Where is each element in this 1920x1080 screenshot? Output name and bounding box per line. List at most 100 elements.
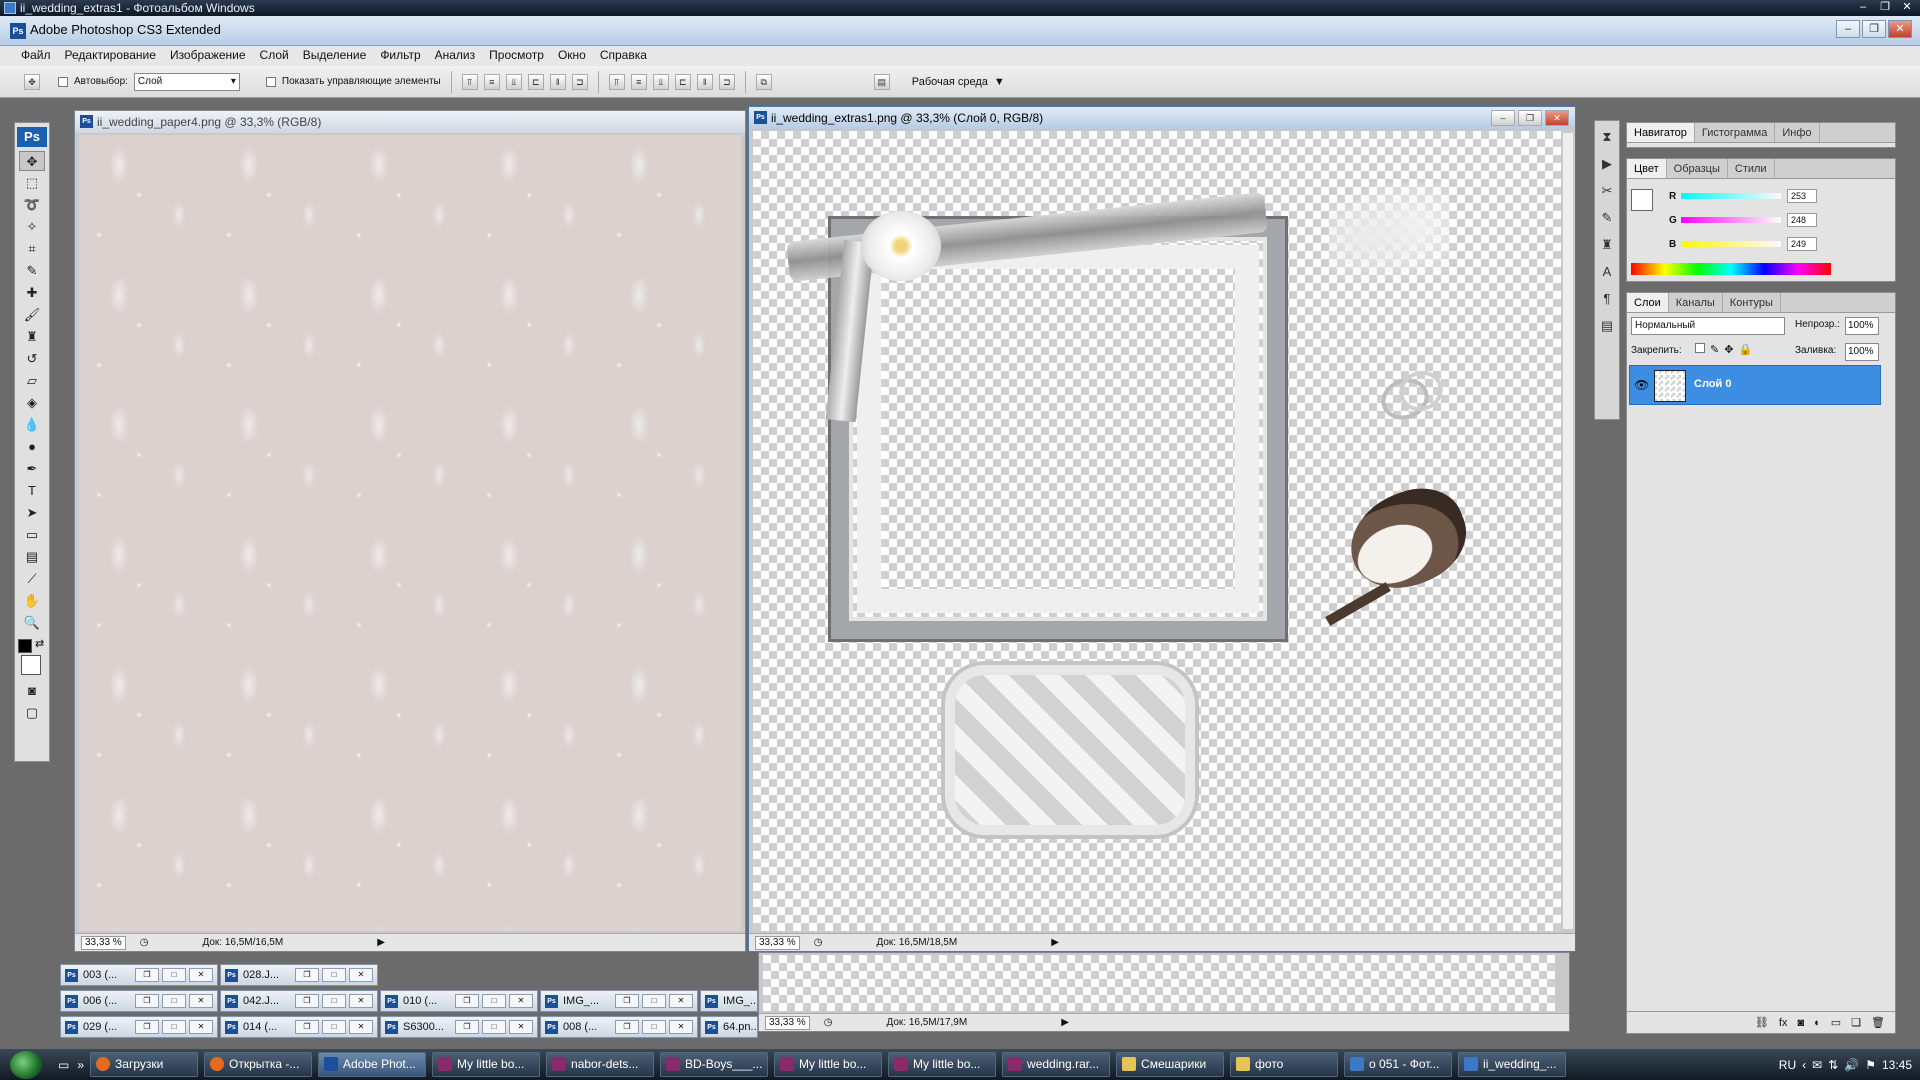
delete-layer-icon[interactable]: 🗑	[1871, 1016, 1885, 1029]
language-indicator[interactable]: RU	[1779, 1058, 1796, 1072]
foreground-color-swatch[interactable]	[1631, 189, 1653, 211]
doc-maximize-button[interactable]: ❐	[1518, 110, 1542, 126]
maximize-icon[interactable]: □	[322, 994, 346, 1008]
status-menu-arrow-icon[interactable]: ▶	[1061, 1014, 1069, 1031]
taskbar-button[interactable]: о 051 - Фот...	[1344, 1052, 1453, 1077]
tab-histogram[interactable]: Гистограмма	[1695, 123, 1776, 142]
menu-image[interactable]: Изображение	[163, 46, 253, 66]
move-tool-icon[interactable]: ✥	[19, 151, 45, 171]
paragraph-panel-icon[interactable]: ¶	[1597, 288, 1617, 310]
layer-style-icon[interactable]: fx	[1779, 1017, 1788, 1029]
menu-view[interactable]: Просмотр	[482, 46, 551, 66]
minimized-doc[interactable]: Ps 003 (... ❐ □ ✕	[60, 964, 218, 986]
maximize-icon[interactable]: □	[642, 994, 666, 1008]
brushes-panel-icon[interactable]: ✎	[1597, 207, 1617, 229]
menu-help[interactable]: Справка	[593, 46, 654, 66]
paint-bucket-tool-icon[interactable]: ◈	[19, 393, 45, 413]
quick-launch-desktop-icon[interactable]: ▭	[58, 1058, 69, 1072]
tab-navigator[interactable]: Навигатор	[1627, 123, 1695, 142]
new-group-icon[interactable]: ▭	[1831, 1016, 1841, 1029]
taskbar-button[interactable]: My little bo...	[432, 1052, 541, 1077]
mail-tray-icon[interactable]: ✉	[1812, 1058, 1822, 1072]
status-menu-arrow-icon[interactable]: ▶	[1051, 934, 1059, 951]
shape-tool-icon[interactable]: ▭	[19, 525, 45, 545]
blend-mode-dropdown[interactable]: Нормальный	[1631, 317, 1785, 335]
taskbar-button[interactable]: My little bo...	[774, 1052, 883, 1077]
bridge-icon[interactable]: ▤	[873, 73, 890, 90]
taskbar-button[interactable]: wedding.rar...	[1002, 1052, 1111, 1077]
eye-visibility-icon[interactable]: 👁	[1634, 378, 1649, 392]
opacity-input[interactable]: 100%	[1845, 317, 1879, 335]
maximize-icon[interactable]: □	[162, 994, 186, 1008]
lock-all-icon[interactable]: 🔒	[1738, 343, 1752, 356]
blur-tool-icon[interactable]: 💧	[19, 415, 45, 435]
align-right-icon[interactable]: ⊐	[571, 73, 588, 90]
move-tool-preset-icon[interactable]: ✥	[24, 73, 40, 90]
menu-edit[interactable]: Редактирование	[58, 46, 163, 66]
document-title-bar[interactable]: Ps ii_wedding_extras1.png @ 33,3% (Слой …	[749, 107, 1575, 129]
maximize-icon[interactable]: □	[322, 968, 346, 982]
workspace-menu[interactable]: Рабочая среда	[912, 76, 988, 88]
flag-tray-icon[interactable]: ⚑	[1865, 1058, 1876, 1072]
notes-tool-icon[interactable]: ▤	[19, 547, 45, 567]
maximize-icon[interactable]: □	[162, 968, 186, 982]
actions-panel-icon[interactable]: ▶	[1597, 153, 1617, 175]
maximize-icon[interactable]: □	[322, 1020, 346, 1034]
maximize-icon[interactable]: □	[162, 1020, 186, 1034]
app-minimize-button[interactable]: –	[1836, 20, 1860, 38]
status-info-icon[interactable]: ◷	[824, 1014, 833, 1031]
restore-icon[interactable]: ❐	[295, 968, 319, 982]
taskbar-button[interactable]: фото	[1230, 1052, 1339, 1077]
pen-tool-icon[interactable]: ✒	[19, 459, 45, 479]
maximize-icon[interactable]: □	[642, 1020, 666, 1034]
distribute-top-icon[interactable]: ⫪	[608, 73, 625, 90]
close-icon[interactable]: ✕	[189, 968, 213, 982]
menu-filter[interactable]: Фильтр	[373, 46, 427, 66]
canvas-transparent[interactable]	[763, 955, 1555, 1011]
close-icon[interactable]: ✕	[349, 994, 373, 1008]
restore-icon[interactable]: ❐	[615, 1020, 639, 1034]
zoom-level[interactable]: 33,33 %	[765, 1015, 810, 1030]
close-icon[interactable]: ✕	[349, 1020, 373, 1034]
align-hcenter-icon[interactable]: ‖	[549, 73, 566, 90]
minimized-doc[interactable]: Ps 64.pn...	[700, 1016, 758, 1038]
taskbar-button[interactable]: Adobe Phot...	[318, 1052, 427, 1077]
color-spectrum-ramp[interactable]	[1631, 263, 1831, 275]
minimized-doc[interactable]: Ps 028.J... ❐ □ ✕	[220, 964, 378, 986]
layer-mask-icon[interactable]: ◙	[1797, 1017, 1804, 1029]
tab-color[interactable]: Цвет	[1627, 159, 1667, 178]
close-icon[interactable]: ✕	[669, 1020, 693, 1034]
align-left-icon[interactable]: ⊏	[527, 73, 544, 90]
restore-icon[interactable]: ❐	[135, 1020, 159, 1034]
vertical-scrollbar[interactable]	[1563, 133, 1573, 929]
close-icon[interactable]: ✕	[189, 994, 213, 1008]
taskbar-button[interactable]: ii_wedding_...	[1458, 1052, 1567, 1077]
path-selection-tool-icon[interactable]: ➤	[19, 503, 45, 523]
status-info-icon[interactable]: ◷	[814, 934, 823, 951]
layer-comps-icon[interactable]: ▤	[1597, 315, 1617, 337]
distribute-vcenter-icon[interactable]: ≡	[630, 73, 647, 90]
tab-layers[interactable]: Слои	[1627, 293, 1669, 312]
document-title-bar[interactable]: Ps ii_wedding_paper4.png @ 33,3% (RGB/8)	[75, 111, 745, 133]
close-icon[interactable]: ✕	[509, 1020, 533, 1034]
quick-mask-icon[interactable]: ◙	[19, 681, 45, 701]
restore-icon[interactable]: ❐	[455, 1020, 479, 1034]
menu-window[interactable]: Окно	[551, 46, 593, 66]
workspace-chevron-icon[interactable]: ▼	[994, 76, 1005, 88]
red-slider[interactable]	[1681, 193, 1781, 199]
healing-brush-tool-icon[interactable]: ✚	[19, 283, 45, 303]
swap-colors-icon[interactable]: ⇄	[35, 637, 44, 650]
status-info-icon[interactable]: ◷	[140, 934, 149, 951]
menu-layer[interactable]: Слой	[253, 46, 296, 66]
align-vcenter-icon[interactable]: ≡	[483, 73, 500, 90]
close-icon[interactable]: ✕	[1898, 0, 1916, 14]
close-icon[interactable]: ✕	[349, 968, 373, 982]
link-layers-icon[interactable]: ⛓	[1755, 1016, 1769, 1029]
eyedropper-tool-icon[interactable]: ⟋	[19, 569, 45, 589]
photoshop-logo[interactable]: Ps	[17, 127, 47, 147]
minimized-doc[interactable]: Ps 042.J... ❐ □ ✕	[220, 990, 378, 1012]
green-value[interactable]: 248	[1787, 213, 1817, 227]
taskbar-button[interactable]: BD-Boys___...	[660, 1052, 769, 1077]
minimized-doc[interactable]: Ps 008 (... ❐ □ ✕	[540, 1016, 698, 1038]
align-top-icon[interactable]: ⫪	[461, 73, 478, 90]
